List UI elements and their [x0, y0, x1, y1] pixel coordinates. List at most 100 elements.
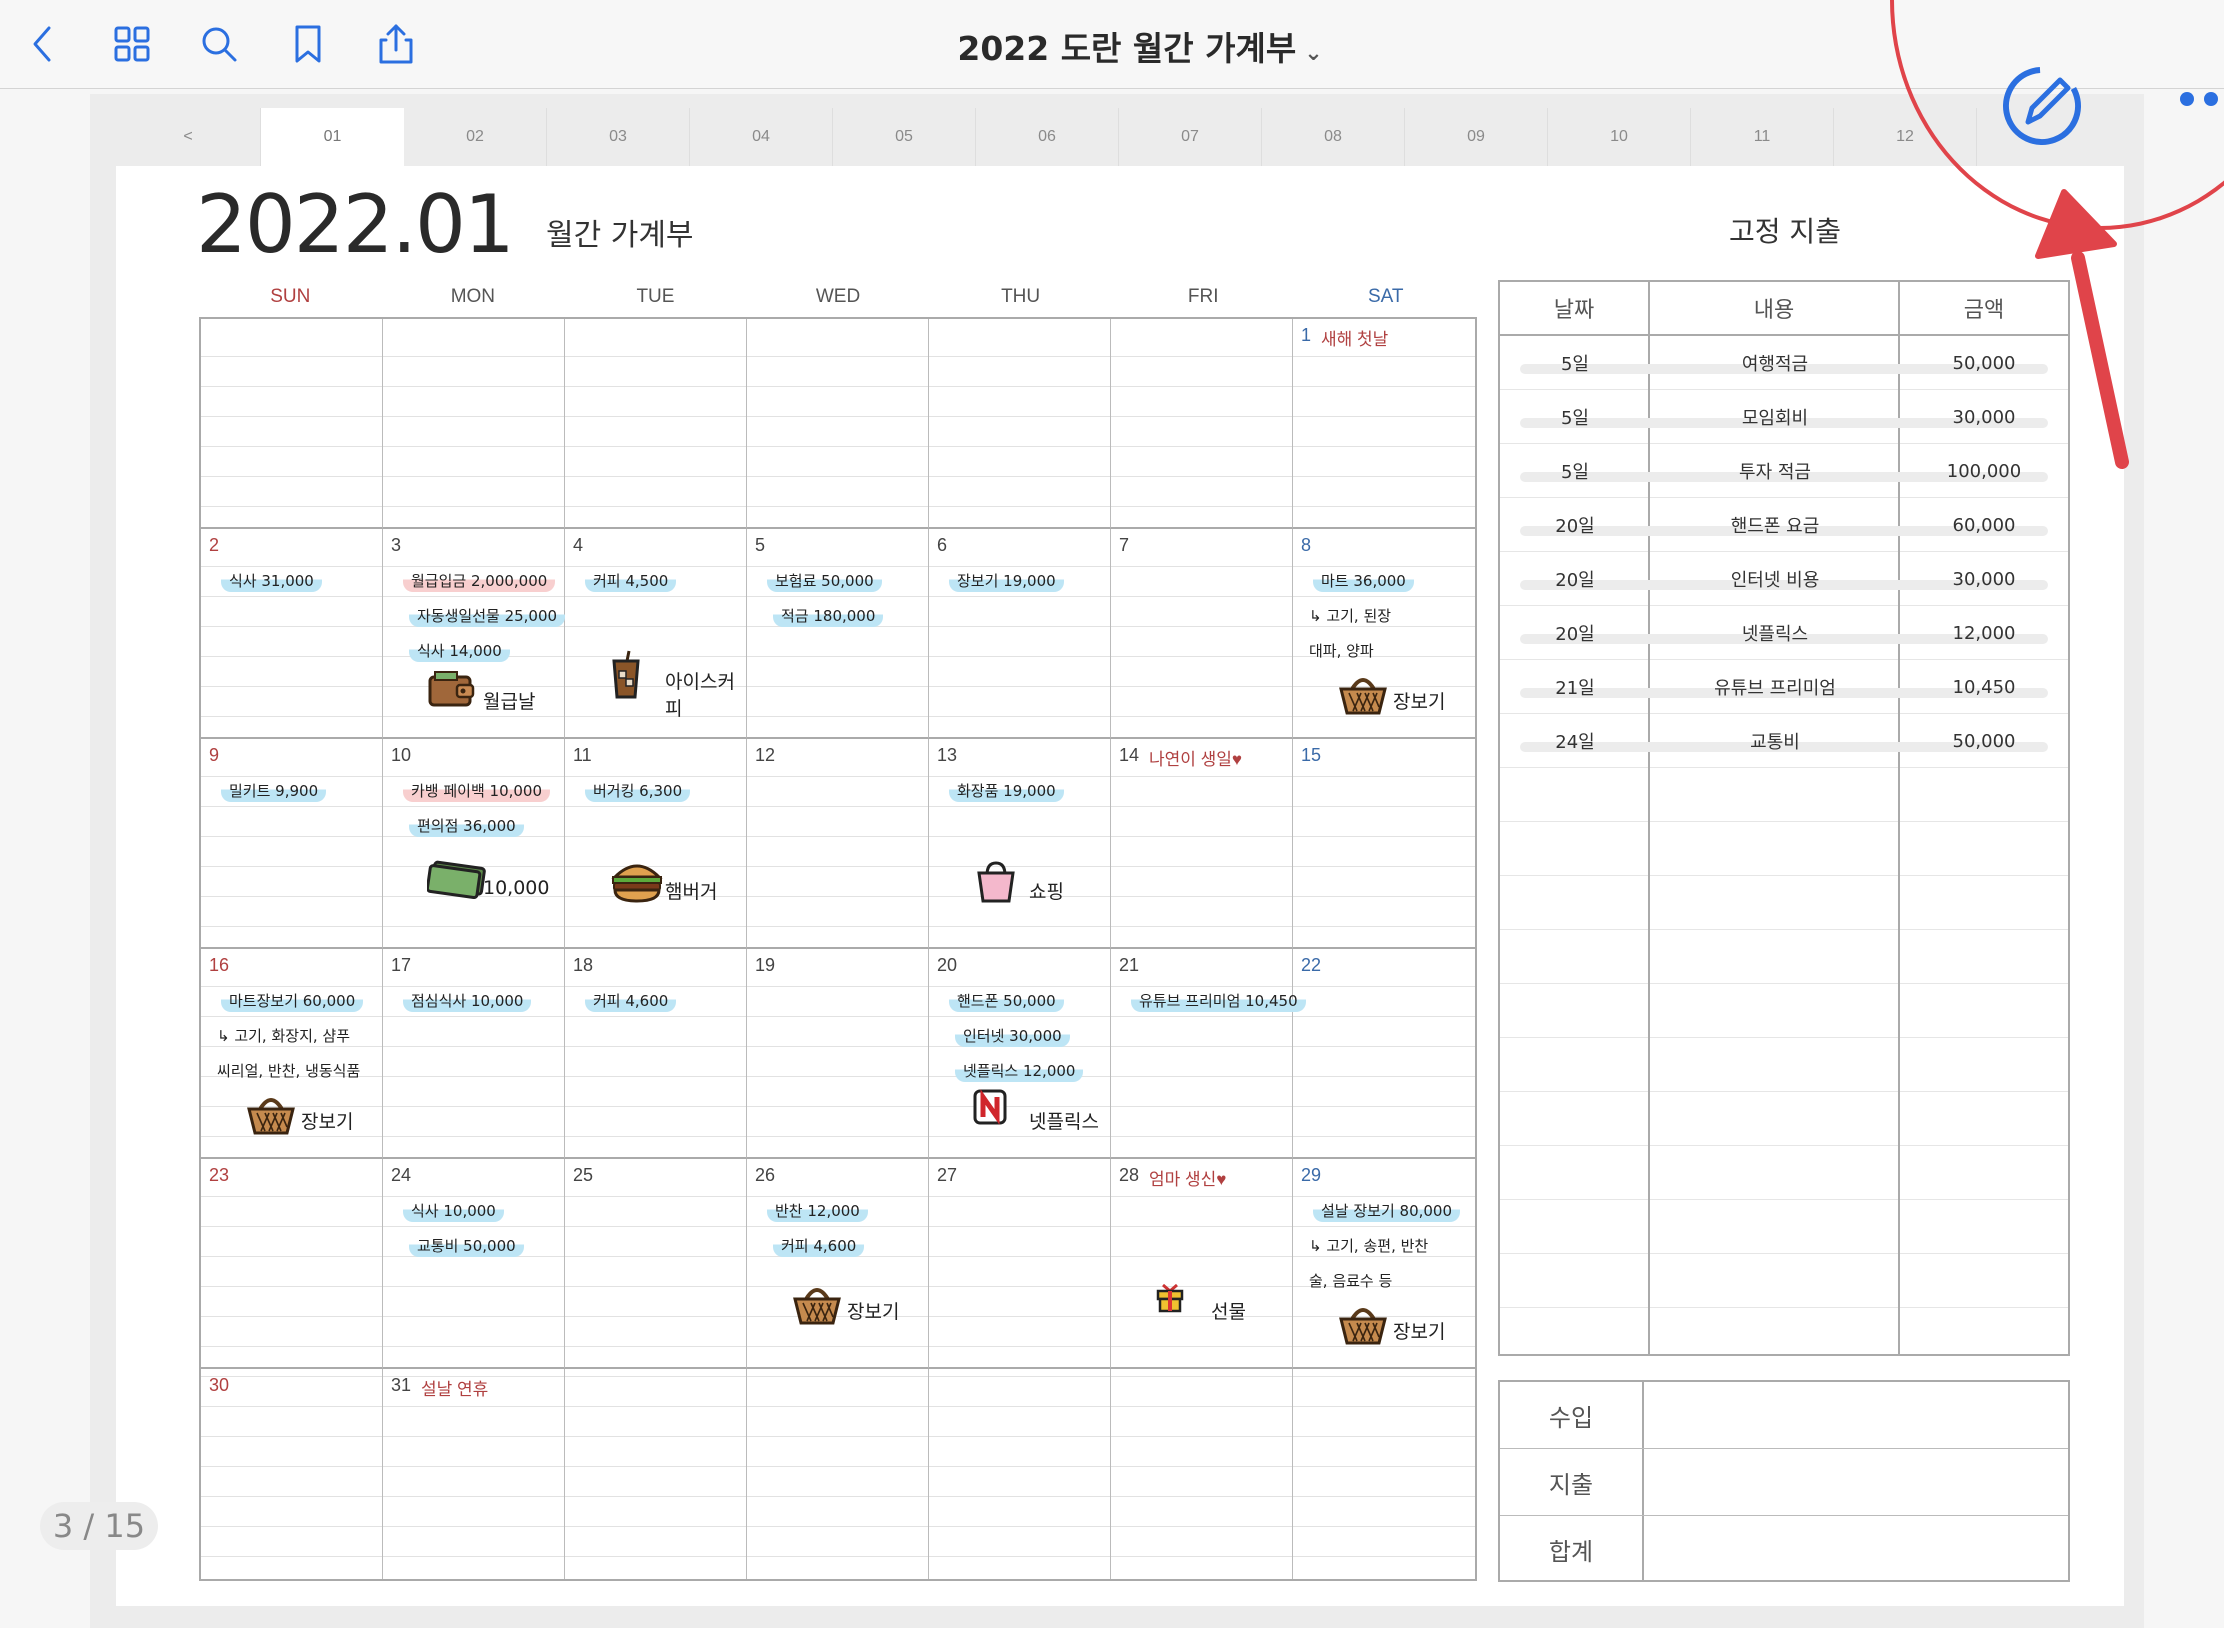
tab-month-07[interactable]: 07 — [1119, 108, 1262, 166]
day-cell-11[interactable]: 11 버거킹 6,300 햄버거 — [565, 739, 747, 949]
day-cell-27[interactable]: 27 — [929, 1159, 1111, 1369]
day-cell-empty[interactable] — [1293, 1369, 1475, 1579]
fixed-expense-day: 5일 — [1560, 462, 1589, 483]
tab-month-03[interactable]: 03 — [547, 108, 690, 166]
day-cell-empty[interactable] — [929, 319, 1111, 529]
day-cell-12[interactable]: 12 — [747, 739, 929, 949]
day-cell-20[interactable]: 20 핸드폰 50,000 인터넷 30,000 넷플릭스 12,000 넷플릭스 — [929, 949, 1111, 1159]
day-cell-8[interactable]: 8 마트 36,000 ↳ 고기, 된장 대파, 양파 장보기 — [1293, 529, 1475, 739]
day-cell-empty[interactable] — [565, 1369, 747, 1579]
fixed-expense-item: 여행적금 — [1741, 354, 1809, 375]
total-row: 합계 — [1500, 1516, 2068, 1582]
expense-entry: ↳ 고기, 된장 — [1309, 607, 1392, 625]
day-cell-15[interactable]: 15 — [1293, 739, 1475, 949]
expense-entry: 대파, 양파 — [1309, 642, 1374, 660]
day-cell-16[interactable]: 16 마트장보기 60,000 ↳ 고기, 화장지, 샴푸 씨리얼, 반찬, 냉동식품… — [201, 949, 383, 1159]
edit-pencil-icon[interactable] — [1998, 60, 2088, 150]
burger-icon — [609, 859, 665, 908]
day-cell-30[interactable]: 30 — [201, 1369, 383, 1579]
day-cell-empty[interactable] — [383, 319, 565, 529]
day-cell-empty[interactable] — [565, 319, 747, 529]
day-cell-14[interactable]: 14 나연이 생일♥ — [1111, 739, 1293, 949]
day-cell-24[interactable]: 24 식사 10,000 교통비 50,000 — [383, 1159, 565, 1369]
day-cell-21[interactable]: 21 유튜브 프리미엄 10,450 — [1111, 949, 1306, 1159]
day-cell-empty[interactable] — [747, 319, 929, 529]
tab-month-08[interactable]: 08 — [1262, 108, 1405, 166]
fixed-expense-item: 넷플릭스 — [1741, 624, 1809, 645]
day-cell-empty[interactable] — [201, 319, 383, 529]
day-cell-18[interactable]: 18 커피 4,600 — [565, 949, 747, 1159]
fixed-expense-body: 5일 여행적금 50,000 5일 모임회비 30,000 5일 투자 적금 100,000 20… — [1500, 336, 2068, 1356]
day-cell-17[interactable]: 17 점심식사 10,000 — [383, 949, 565, 1159]
tab-month-09[interactable]: 09 — [1405, 108, 1548, 166]
holiday-label: 설날 연휴 — [421, 1380, 489, 1399]
share-icon[interactable] — [372, 20, 420, 68]
day-cell-31[interactable]: 31 설날 연휴 — [383, 1369, 565, 1579]
day-number: 6 — [937, 535, 948, 555]
day-cell-2[interactable]: 2 식사 31,000 — [201, 529, 383, 739]
expense-value[interactable] — [1644, 1449, 2068, 1515]
day-cell-3[interactable]: 3 월급입금 2,000,000 자동생일선물 25,000 식사 14,000 월급날 — [383, 529, 566, 739]
weekday-mon: MON — [450, 286, 496, 307]
tab-month-06[interactable]: 06 — [976, 108, 1119, 166]
day-cell-13[interactable]: 13 화장품 19,000 쇼핑 — [929, 739, 1111, 949]
expense-entry: 인터넷 30,000 — [955, 1024, 1070, 1047]
sticker-label: 월급날 — [483, 691, 536, 713]
fixed-expense-row: 5일 모임회비 30,000 — [1500, 390, 2068, 444]
expense-entry: ↳ 고기, 송편, 반찬 — [1309, 1237, 1429, 1255]
fixed-expense-row: 5일 투자 적금 100,000 — [1500, 444, 2068, 498]
tab-month-01[interactable]: 01 — [261, 108, 404, 166]
tab-month-02[interactable]: 02 — [404, 108, 547, 166]
month-calendar-grid[interactable]: 1 새해 첫날 2 식사 31,000 3 월급입금 2,000,000 자동생일선물 25… — [199, 317, 1477, 1581]
fixed-expense-row: 20일 핸드폰 요금 60,000 — [1500, 498, 2068, 552]
total-value[interactable] — [1644, 1516, 2068, 1582]
fixed-expense-day: 20일 — [1555, 570, 1595, 591]
expense-entry: 식사 31,000 — [221, 569, 322, 592]
expense-entry: 버거킹 6,300 — [585, 779, 691, 802]
tab-month-11[interactable]: 11 — [1691, 108, 1834, 166]
day-cell-29[interactable]: 29 설날 장보기 80,000 ↳ 고기, 송편, 반찬 술, 음료수 등 장보기 — [1293, 1159, 1475, 1369]
day-cell-1[interactable]: 1 새해 첫날 — [1293, 319, 1475, 529]
grid-icon[interactable] — [108, 20, 156, 68]
day-number: 31 — [391, 1375, 412, 1395]
day-cell-26[interactable]: 26 반찬 12,000 커피 4,600 장보기 — [747, 1159, 929, 1369]
day-cell-empty[interactable] — [1111, 1369, 1293, 1579]
expense-entry: 핸드폰 50,000 — [949, 989, 1064, 1012]
fixed-expense-title: 고정 지출 — [1729, 215, 1841, 248]
day-cell-28[interactable]: 28 엄마 생신♥ 선물 — [1111, 1159, 1293, 1369]
day-cell-empty[interactable] — [1111, 319, 1293, 529]
expense-entry: 씨리얼, 반찬, 냉동식품 — [217, 1062, 361, 1080]
day-cell-19[interactable]: 19 — [747, 949, 929, 1159]
summary-table[interactable]: 수입 지출 합계 — [1498, 1380, 2070, 1582]
income-value[interactable] — [1644, 1382, 2068, 1448]
search-icon[interactable] — [195, 20, 243, 68]
day-cell-23[interactable]: 23 — [201, 1159, 383, 1369]
day-cell-empty[interactable] — [929, 1369, 1111, 1579]
fixed-expense-header: 날짜 내용 금액 — [1500, 282, 2068, 336]
day-number: 17 — [391, 955, 412, 975]
document-title-text: 2022 도란 월간 가계부 — [957, 29, 1297, 68]
day-cell-empty[interactable] — [747, 1369, 929, 1579]
tab-previous[interactable]: < — [116, 108, 261, 166]
day-cell-22[interactable]: 22 — [1293, 949, 1475, 1159]
back-icon[interactable] — [18, 20, 66, 68]
day-cell-4[interactable]: 4 커피 4,500 아이스커피 — [565, 529, 747, 739]
day-number: 21 — [1119, 955, 1140, 975]
fixed-expense-row: 24일 교통비 50,000 — [1500, 714, 2068, 768]
day-cell-6[interactable]: 6 장보기 19,000 — [929, 529, 1111, 739]
tab-month-05[interactable]: 05 — [833, 108, 976, 166]
day-cell-9[interactable]: 9 밀키트 9,900 — [201, 739, 383, 949]
fixed-expense-table[interactable]: 날짜 내용 금액 5일 여행적금 50,000 5일 모임회비 30,000 5일 투자 적금… — [1498, 280, 2070, 1356]
fixed-expense-amount: 30,000 — [1952, 568, 2016, 590]
day-cell-7[interactable]: 7 — [1111, 529, 1293, 739]
day-cell-5[interactable]: 5 보험료 50,000 적금 180,000 — [747, 529, 929, 739]
bookmark-icon[interactable] — [284, 20, 332, 68]
tab-month-04[interactable]: 04 — [690, 108, 833, 166]
day-cell-10[interactable]: 10 카뱅 페이백 10,000 편의점 36,000 10,000 — [383, 739, 565, 949]
expense-label: 지출 — [1500, 1449, 1644, 1515]
document-title[interactable]: 2022 도란 월간 가계부 ⌄ — [940, 22, 1340, 70]
tab-month-10[interactable]: 10 — [1548, 108, 1691, 166]
more-options-icon[interactable] — [2180, 92, 2218, 106]
day-cell-25[interactable]: 25 — [565, 1159, 747, 1369]
year-month-heading: 2022.01 — [196, 178, 515, 271]
